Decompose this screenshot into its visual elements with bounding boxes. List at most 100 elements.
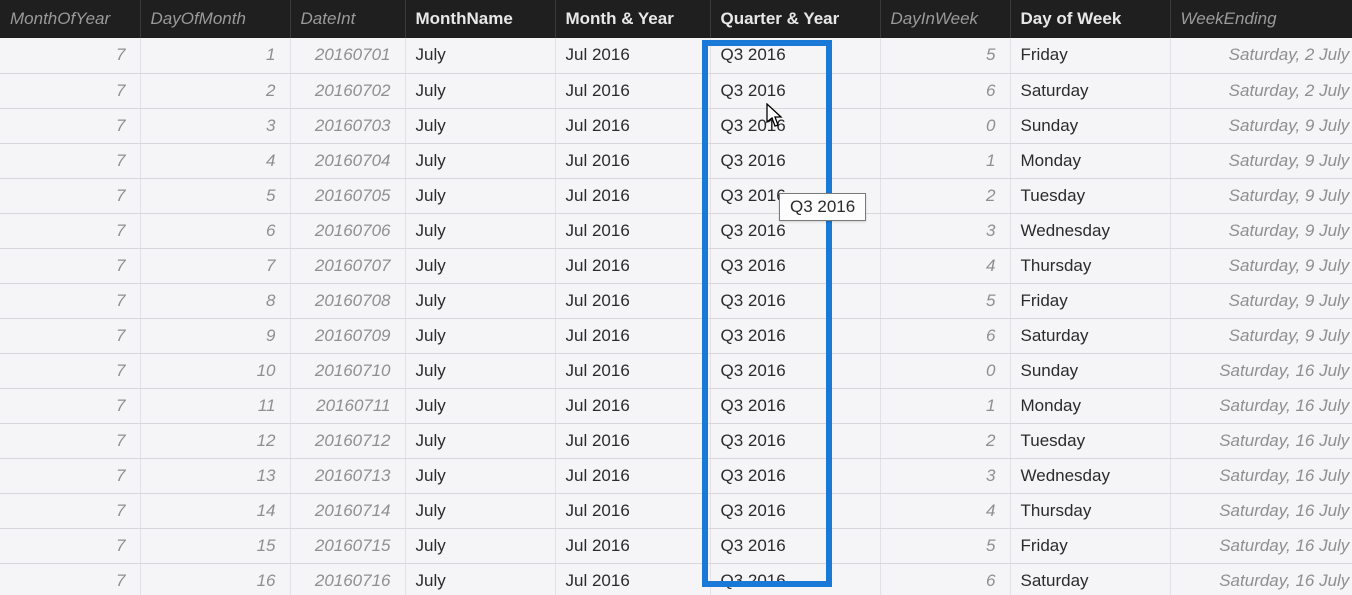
cell-dayOfMonth[interactable]: 7 <box>140 248 290 283</box>
cell-dayOfWeek[interactable]: Sunday <box>1010 108 1170 143</box>
cell-dateInt[interactable]: 20160712 <box>290 423 405 458</box>
table-row[interactable]: 71420160714JulyJul 2016Q3 20164ThursdayS… <box>0 493 1352 528</box>
cell-monthName[interactable]: July <box>405 143 555 178</box>
cell-monthName[interactable]: July <box>405 493 555 528</box>
cell-dayInWeek[interactable]: 4 <box>880 248 1010 283</box>
cell-dayInWeek[interactable]: 5 <box>880 38 1010 73</box>
column-header-weekEnding[interactable]: WeekEnding <box>1170 0 1352 38</box>
column-header-dayOfWeek[interactable]: Day of Week <box>1010 0 1170 38</box>
cell-dayInWeek[interactable]: 5 <box>880 528 1010 563</box>
cell-dayInWeek[interactable]: 6 <box>880 318 1010 353</box>
cell-weekEnding[interactable]: Saturday, 9 July 2 <box>1170 143 1352 178</box>
cell-monthOfYear[interactable]: 7 <box>0 248 140 283</box>
cell-quarterYear[interactable]: Q3 2016 <box>710 528 880 563</box>
cell-monthName[interactable]: July <box>405 213 555 248</box>
cell-monthYear[interactable]: Jul 2016 <box>555 563 710 595</box>
cell-quarterYear[interactable]: Q3 2016 <box>710 458 880 493</box>
cell-dayOfWeek[interactable]: Tuesday <box>1010 178 1170 213</box>
cell-dateInt[interactable]: 20160710 <box>290 353 405 388</box>
column-header-dayOfMonth[interactable]: DayOfMonth <box>140 0 290 38</box>
cell-weekEnding[interactable]: Saturday, 16 July 2 <box>1170 528 1352 563</box>
cell-dayOfWeek[interactable]: Saturday <box>1010 73 1170 108</box>
cell-monthYear[interactable]: Jul 2016 <box>555 528 710 563</box>
cell-monthName[interactable]: July <box>405 248 555 283</box>
cell-monthName[interactable]: July <box>405 108 555 143</box>
cell-monthName[interactable]: July <box>405 178 555 213</box>
cell-dateInt[interactable]: 20160708 <box>290 283 405 318</box>
table-row[interactable]: 71220160712JulyJul 2016Q3 20162TuesdaySa… <box>0 423 1352 458</box>
cell-dayOfMonth[interactable]: 2 <box>140 73 290 108</box>
cell-weekEnding[interactable]: Saturday, 16 July 2 <box>1170 388 1352 423</box>
table-row[interactable]: 7420160704JulyJul 2016Q3 20161MondaySatu… <box>0 143 1352 178</box>
cell-weekEnding[interactable]: Saturday, 16 July 2 <box>1170 458 1352 493</box>
cell-monthName[interactable]: July <box>405 563 555 595</box>
cell-monthYear[interactable]: Jul 2016 <box>555 283 710 318</box>
cell-dayInWeek[interactable]: 5 <box>880 283 1010 318</box>
cell-dayOfMonth[interactable]: 8 <box>140 283 290 318</box>
cell-monthYear[interactable]: Jul 2016 <box>555 38 710 73</box>
cell-dayOfWeek[interactable]: Saturday <box>1010 318 1170 353</box>
cell-monthYear[interactable]: Jul 2016 <box>555 73 710 108</box>
cell-weekEnding[interactable]: Saturday, 16 July 2 <box>1170 493 1352 528</box>
cell-dateInt[interactable]: 20160713 <box>290 458 405 493</box>
cell-monthName[interactable]: July <box>405 423 555 458</box>
cell-dayOfWeek[interactable]: Thursday <box>1010 248 1170 283</box>
cell-quarterYear[interactable]: Q3 2016 <box>710 248 880 283</box>
cell-dayInWeek[interactable]: 6 <box>880 563 1010 595</box>
cell-dateInt[interactable]: 20160716 <box>290 563 405 595</box>
cell-monthOfYear[interactable]: 7 <box>0 318 140 353</box>
cell-weekEnding[interactable]: Saturday, 16 July 2 <box>1170 353 1352 388</box>
cell-dayOfWeek[interactable]: Thursday <box>1010 493 1170 528</box>
table-row[interactable]: 71020160710JulyJul 2016Q3 20160SundaySat… <box>0 353 1352 388</box>
cell-dateInt[interactable]: 20160706 <box>290 213 405 248</box>
cell-dayInWeek[interactable]: 1 <box>880 388 1010 423</box>
cell-dayOfWeek[interactable]: Friday <box>1010 283 1170 318</box>
column-header-monthName[interactable]: MonthName <box>405 0 555 38</box>
table-row[interactable]: 7720160707JulyJul 2016Q3 20164ThursdaySa… <box>0 248 1352 283</box>
cell-dayOfWeek[interactable]: Monday <box>1010 143 1170 178</box>
cell-weekEnding[interactable]: Saturday, 16 July 2 <box>1170 423 1352 458</box>
cell-monthOfYear[interactable]: 7 <box>0 388 140 423</box>
table-row[interactable]: 71120160711JulyJul 2016Q3 20161MondaySat… <box>0 388 1352 423</box>
cell-monthOfYear[interactable]: 7 <box>0 73 140 108</box>
cell-monthYear[interactable]: Jul 2016 <box>555 493 710 528</box>
cell-quarterYear[interactable]: Q3 2016 <box>710 388 880 423</box>
cell-dayOfMonth[interactable]: 10 <box>140 353 290 388</box>
column-header-dayInWeek[interactable]: DayInWeek <box>880 0 1010 38</box>
table-row[interactable]: 71620160716JulyJul 2016Q3 20166SaturdayS… <box>0 563 1352 595</box>
cell-dayOfMonth[interactable]: 13 <box>140 458 290 493</box>
column-header-monthYear[interactable]: Month & Year <box>555 0 710 38</box>
cell-dayOfWeek[interactable]: Wednesday <box>1010 458 1170 493</box>
cell-monthYear[interactable]: Jul 2016 <box>555 213 710 248</box>
table-row[interactable]: 71320160713JulyJul 2016Q3 20163Wednesday… <box>0 458 1352 493</box>
cell-dayOfWeek[interactable]: Saturday <box>1010 563 1170 595</box>
cell-dateInt[interactable]: 20160709 <box>290 318 405 353</box>
cell-weekEnding[interactable]: Saturday, 9 July 2 <box>1170 318 1352 353</box>
cell-dateInt[interactable]: 20160714 <box>290 493 405 528</box>
cell-dayInWeek[interactable]: 0 <box>880 108 1010 143</box>
cell-dayOfMonth[interactable]: 4 <box>140 143 290 178</box>
cell-quarterYear[interactable]: Q3 2016 <box>710 493 880 528</box>
cell-dateInt[interactable]: 20160702 <box>290 73 405 108</box>
cell-dayOfWeek[interactable]: Friday <box>1010 38 1170 73</box>
cell-weekEnding[interactable]: Saturday, 2 July 2 <box>1170 38 1352 73</box>
cell-monthYear[interactable]: Jul 2016 <box>555 178 710 213</box>
cell-dayInWeek[interactable]: 2 <box>880 423 1010 458</box>
cell-dayOfMonth[interactable]: 5 <box>140 178 290 213</box>
cell-dateInt[interactable]: 20160715 <box>290 528 405 563</box>
cell-monthOfYear[interactable]: 7 <box>0 108 140 143</box>
cell-dayOfMonth[interactable]: 11 <box>140 388 290 423</box>
cell-dayOfWeek[interactable]: Wednesday <box>1010 213 1170 248</box>
cell-dayOfWeek[interactable]: Friday <box>1010 528 1170 563</box>
cell-dayOfMonth[interactable]: 15 <box>140 528 290 563</box>
cell-monthName[interactable]: July <box>405 353 555 388</box>
cell-monthYear[interactable]: Jul 2016 <box>555 108 710 143</box>
cell-monthOfYear[interactable]: 7 <box>0 353 140 388</box>
cell-monthYear[interactable]: Jul 2016 <box>555 143 710 178</box>
cell-monthName[interactable]: July <box>405 73 555 108</box>
cell-monthOfYear[interactable]: 7 <box>0 143 140 178</box>
cell-dayOfMonth[interactable]: 14 <box>140 493 290 528</box>
cell-dayOfWeek[interactable]: Sunday <box>1010 353 1170 388</box>
cell-monthName[interactable]: July <box>405 38 555 73</box>
cell-dayOfMonth[interactable]: 16 <box>140 563 290 595</box>
